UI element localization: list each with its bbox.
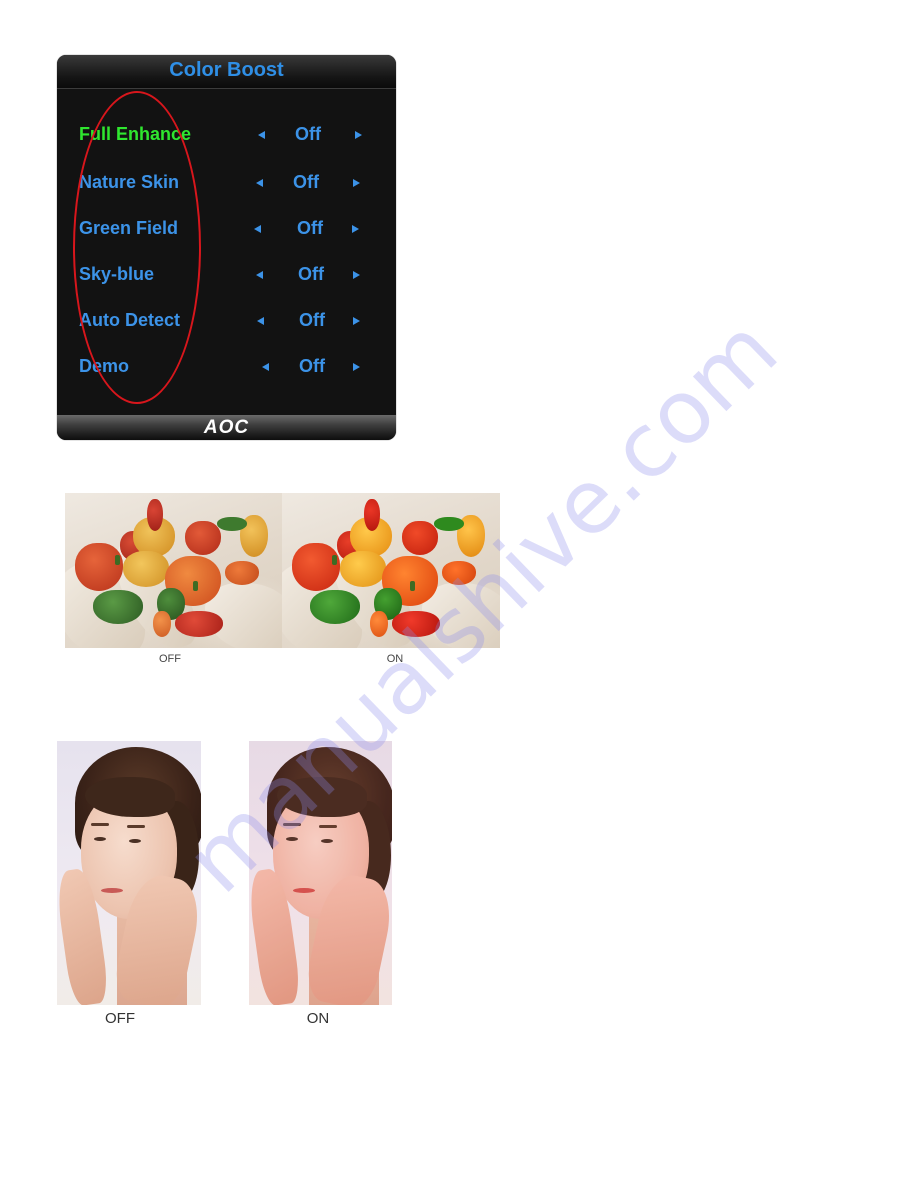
osd-row-nature-skin[interactable]: Nature Skin Off — [57, 172, 396, 196]
peppers-off-caption: OFF — [159, 653, 181, 665]
osd-title: Color Boost — [169, 59, 284, 81]
arrow-right-icon[interactable] — [355, 131, 362, 139]
aoc-logo: AOC — [203, 417, 250, 438]
color-boost-osd-menu: Color Boost Full Enhance Off Nature Skin… — [57, 55, 396, 440]
arrow-left-icon[interactable] — [262, 363, 269, 371]
osd-item-value: Off — [293, 172, 319, 192]
arrow-left-icon[interactable] — [257, 317, 264, 325]
arrow-left-icon[interactable] — [258, 131, 265, 139]
arrow-right-icon[interactable] — [353, 363, 360, 371]
face-on-caption: ON — [306, 1010, 330, 1027]
arrow-right-icon[interactable] — [353, 179, 360, 187]
arrow-right-icon[interactable] — [353, 271, 360, 279]
osd-item-value: Off — [299, 356, 325, 376]
osd-row-auto-detect[interactable]: Auto Detect Off — [57, 310, 396, 334]
osd-item-value: Off — [295, 124, 321, 144]
osd-item-label: Full Enhance — [79, 124, 192, 144]
osd-item-label: Auto Detect — [79, 310, 181, 330]
osd-row-full-enhance[interactable]: Full Enhance Off — [57, 124, 396, 148]
arrow-right-icon[interactable] — [353, 317, 360, 325]
face-off-image — [57, 741, 201, 1005]
osd-item-label: Nature Skin — [79, 172, 180, 192]
osd-item-label: Demo — [79, 356, 130, 376]
face-on-image — [249, 741, 392, 1005]
osd-row-green-field[interactable]: Green Field Off — [57, 218, 396, 242]
osd-item-label: Sky-blue — [79, 264, 155, 284]
osd-header: Color Boost — [57, 55, 396, 89]
peppers-off-image — [65, 493, 282, 648]
osd-row-demo[interactable]: Demo Off — [57, 356, 396, 380]
osd-item-value: Off — [299, 310, 325, 330]
arrow-left-icon[interactable] — [254, 225, 261, 233]
face-off-caption: OFF — [105, 1010, 135, 1027]
peppers-on-image — [282, 493, 500, 648]
arrow-left-icon[interactable] — [256, 271, 263, 279]
osd-item-value: Off — [298, 264, 324, 284]
peppers-on-caption: ON — [386, 653, 404, 665]
arrow-right-icon[interactable] — [352, 225, 359, 233]
osd-row-sky-blue[interactable]: Sky-blue Off — [57, 264, 396, 288]
osd-item-value: Off — [297, 218, 323, 238]
arrow-left-icon[interactable] — [256, 179, 263, 187]
osd-item-label: Green Field — [79, 218, 179, 238]
osd-footer: AOC — [57, 415, 396, 440]
